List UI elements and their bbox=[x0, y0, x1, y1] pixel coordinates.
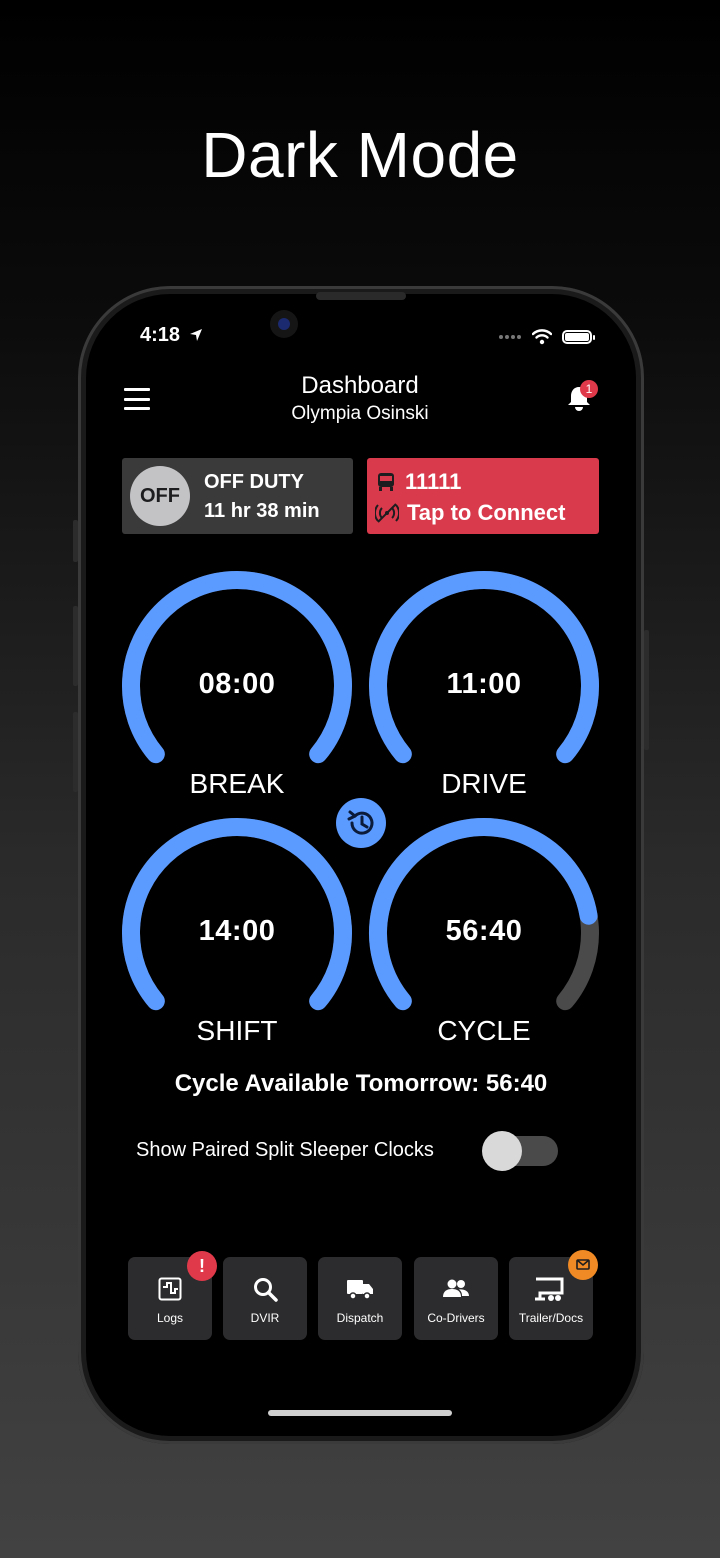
nav-dvir-button[interactable]: DVIR bbox=[223, 1257, 307, 1340]
drive-time: 11:00 bbox=[446, 668, 522, 700]
history-button[interactable] bbox=[336, 798, 386, 848]
nav-dvir-label: DVIR bbox=[250, 1311, 280, 1325]
menu-button[interactable] bbox=[124, 388, 150, 410]
notifications-button[interactable]: 1 bbox=[566, 380, 598, 414]
cycle-available-text: Cycle Available Tomorrow: 56:40 bbox=[174, 1070, 548, 1097]
search-icon bbox=[254, 1278, 278, 1302]
bus-icon bbox=[378, 473, 394, 491]
battery-icon bbox=[562, 330, 595, 344]
nav-logs-label: Logs bbox=[156, 1311, 184, 1325]
cycle-time: 56:40 bbox=[445, 915, 523, 947]
nav-dispatch-label: Dispatch bbox=[336, 1311, 384, 1325]
status-time: 4:18 bbox=[140, 324, 204, 347]
front-camera bbox=[270, 310, 298, 338]
promo-headline: Dark Mode bbox=[201, 119, 519, 191]
shift-time: 14:00 bbox=[198, 915, 276, 947]
trailer-docs-badge bbox=[568, 1250, 598, 1280]
logs-alert-badge: ! bbox=[187, 1251, 217, 1281]
trailer-icon bbox=[535, 1277, 564, 1301]
people-icon bbox=[443, 1279, 469, 1297]
break-time: 08:00 bbox=[198, 668, 276, 700]
mail-icon bbox=[576, 1259, 590, 1270]
page-title: Dashboard bbox=[301, 372, 419, 399]
nav-dispatch-button[interactable]: Dispatch bbox=[318, 1257, 402, 1340]
cycle-label: CYCLE bbox=[437, 1015, 531, 1046]
header-title: Dashboard Olympia Osinski bbox=[200, 372, 520, 425]
split-sleeper-toggle[interactable] bbox=[482, 1131, 558, 1171]
nav-codrivers-label: Co-Drivers bbox=[427, 1311, 485, 1325]
logs-icon bbox=[158, 1277, 182, 1301]
split-sleeper-label: Show Paired Split Sleeper Clocks bbox=[136, 1139, 434, 1161]
disconnected-signal-icon bbox=[375, 503, 399, 523]
duty-status-label: OFF DUTY bbox=[204, 471, 304, 493]
signal-dots-icon bbox=[499, 335, 521, 339]
toggle-knob bbox=[482, 1131, 522, 1171]
vehicle-id: 11111 bbox=[405, 469, 462, 494]
duty-status-time: 11 hr 38 min bbox=[204, 500, 320, 522]
shift-label: SHIFT bbox=[196, 1015, 278, 1046]
duty-status-badge: OFF bbox=[130, 466, 190, 526]
nav-trailer-docs-label: Trailer/Docs bbox=[518, 1311, 584, 1325]
duty-status-card[interactable]: OFF OFF DUTY 11 hr 38 min bbox=[122, 458, 353, 534]
history-icon bbox=[347, 810, 374, 835]
nav-codrivers-button[interactable]: Co-Drivers bbox=[414, 1257, 498, 1340]
location-arrow-icon bbox=[189, 329, 202, 341]
vehicle-connect-card[interactable]: 11111 Tap to Connect bbox=[367, 458, 599, 534]
speaker-grille bbox=[316, 292, 406, 300]
truck-icon bbox=[347, 1280, 373, 1300]
status-time-text: 4:18 bbox=[140, 324, 181, 346]
side-button bbox=[644, 630, 649, 750]
notification-badge: 1 bbox=[580, 380, 598, 398]
break-label: BREAK bbox=[189, 768, 285, 799]
home-indicator bbox=[268, 1410, 452, 1416]
connect-label: Tap to Connect bbox=[407, 500, 566, 525]
status-icons bbox=[498, 326, 595, 348]
driver-name: Olympia Osinski bbox=[291, 403, 429, 424]
drive-label: DRIVE bbox=[441, 768, 527, 799]
wifi-icon bbox=[532, 329, 552, 345]
